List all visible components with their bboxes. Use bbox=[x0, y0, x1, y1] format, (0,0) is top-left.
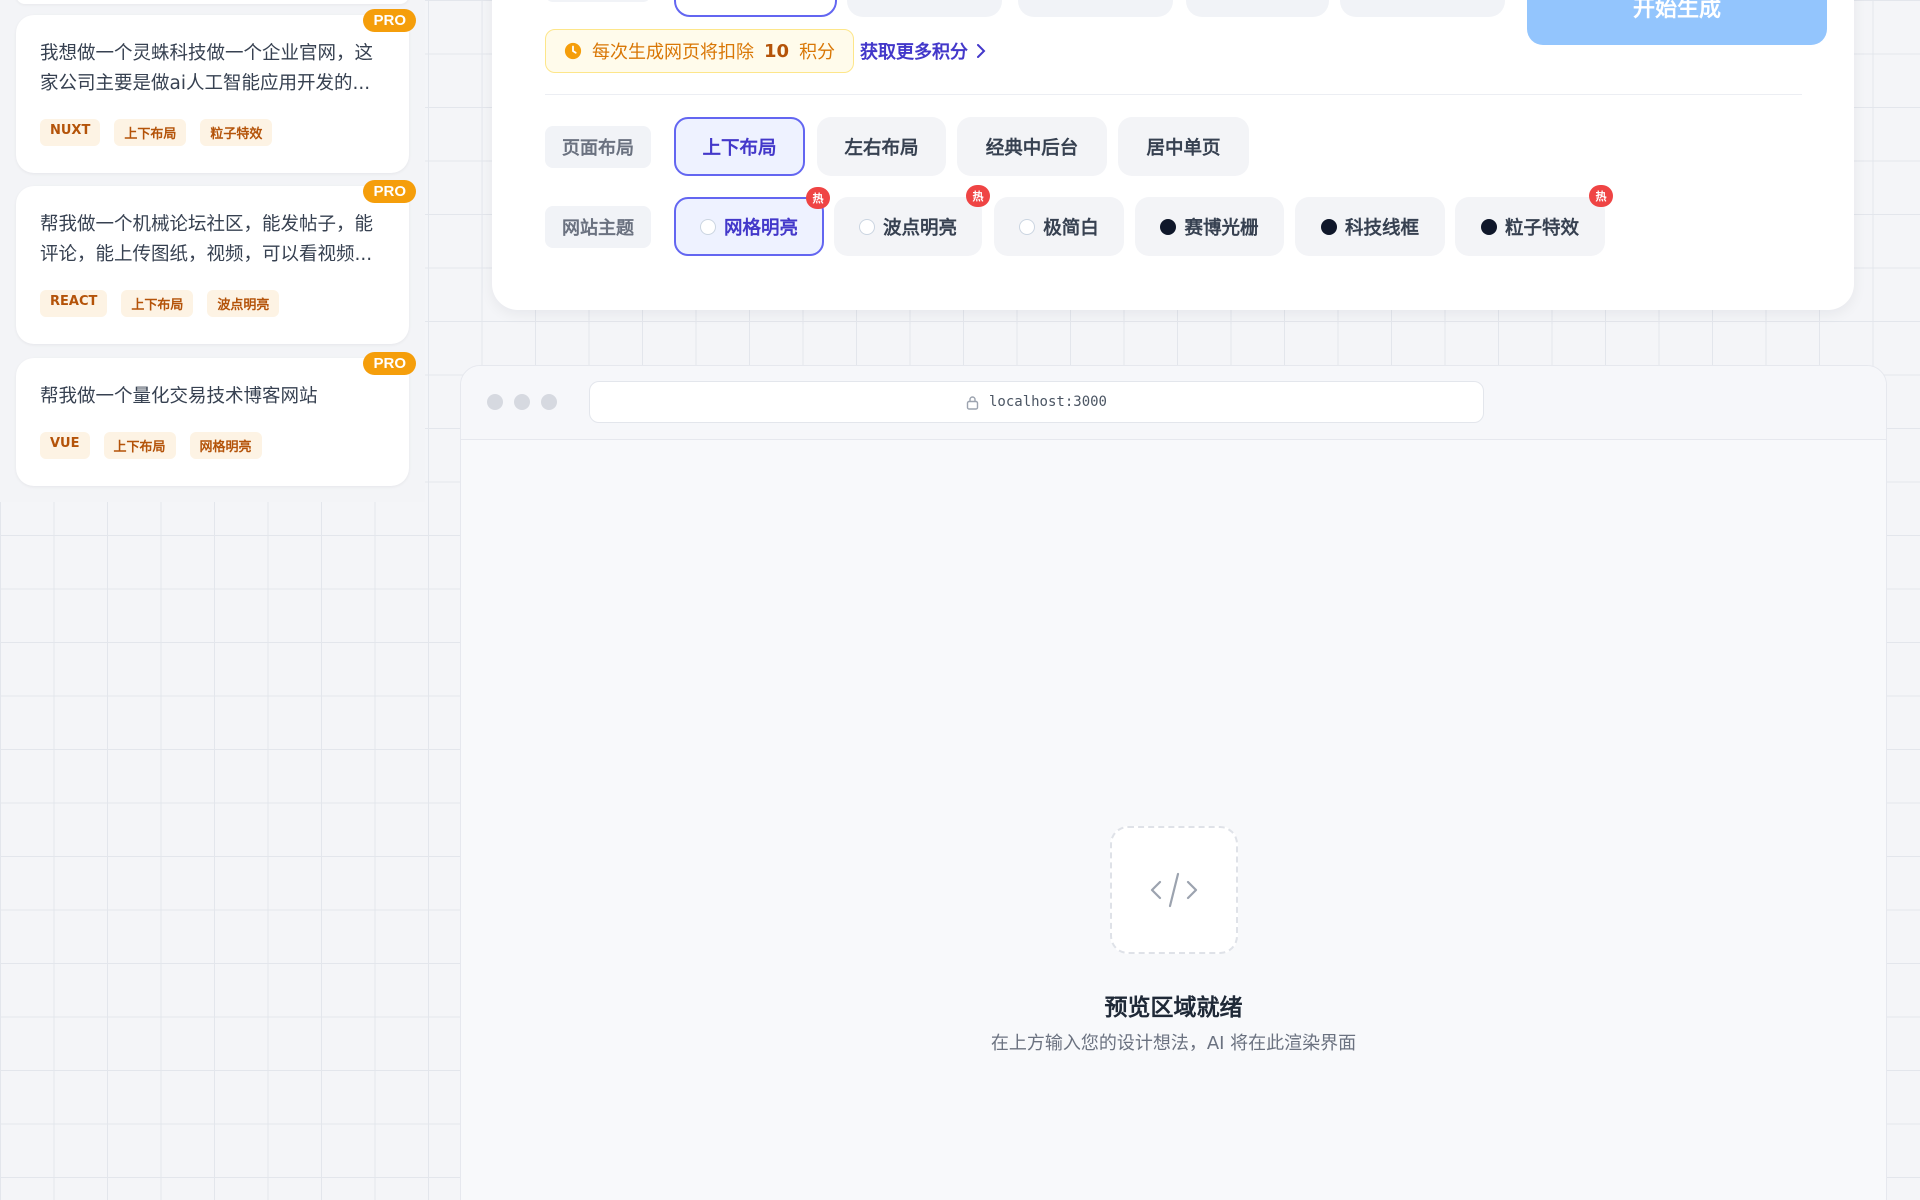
case-card-partial[interactable] bbox=[16, 0, 409, 4]
case-tag: 上下布局 bbox=[114, 119, 187, 146]
case-tag: VUE bbox=[40, 432, 90, 459]
layout-option-centered[interactable]: 居中单页 bbox=[1118, 117, 1249, 176]
case-tag: 粒子特效 bbox=[200, 119, 273, 146]
more-points-link[interactable]: 获取更多积分 bbox=[860, 38, 986, 64]
model-option-selected[interactable] bbox=[674, 0, 837, 17]
case-tag: 上下布局 bbox=[121, 290, 194, 317]
case-tag: 网格明亮 bbox=[189, 432, 262, 459]
theme-option-grid-bright[interactable]: 网格明亮 热 bbox=[674, 187, 830, 256]
case-description: 帮我做一个机械论坛社区，能发帖子，能评论，能上传图纸，视频，可以看视频... bbox=[40, 214, 374, 265]
clock-icon bbox=[564, 42, 582, 60]
model-option[interactable] bbox=[1340, 0, 1505, 17]
pro-badge: PRO bbox=[363, 352, 416, 375]
lock-icon bbox=[966, 395, 979, 410]
more-points-label: 获取更多积分 bbox=[860, 42, 968, 63]
theme-option-label: 粒子特效 bbox=[1504, 217, 1579, 239]
url-bar[interactable]: localhost:3000 bbox=[589, 381, 1484, 423]
pro-badge: PRO bbox=[363, 180, 416, 203]
theme-option-minimal-white[interactable]: 极简白 bbox=[994, 197, 1124, 256]
preview-ready-title: 预览区域就绪 bbox=[1104, 995, 1243, 1021]
layout-option-label: 左右布局 bbox=[844, 137, 919, 159]
theme-option-tech-wireframe[interactable]: 科技线框 bbox=[1295, 197, 1445, 256]
cost-unit: 积分 bbox=[799, 42, 836, 63]
case-sidebar: PRO 我想做一个灵蛛科技做一个企业官网，这家公司主要是做ai人工智能应用开发的… bbox=[0, 0, 425, 502]
start-generate-button[interactable]: 开始生成 bbox=[1527, 0, 1827, 45]
theme-option-cyber-grating[interactable]: 赛博光栅 bbox=[1135, 197, 1284, 256]
radio-icon bbox=[1480, 218, 1497, 235]
radio-icon bbox=[699, 218, 716, 235]
theme-label: 网站主题 bbox=[545, 206, 651, 248]
model-option[interactable] bbox=[1186, 0, 1329, 17]
code-icon bbox=[1150, 872, 1198, 908]
model-label bbox=[545, 0, 651, 2]
url-text: localhost:3000 bbox=[988, 394, 1107, 410]
layout-label: 页面布局 bbox=[545, 126, 651, 168]
window-dot bbox=[541, 394, 557, 410]
case-tag: 上下布局 bbox=[103, 432, 176, 459]
case-description: 帮我做一个量化交易技术博客网站 bbox=[40, 386, 318, 407]
case-card[interactable]: PRO 帮我做一个机械论坛社区，能发帖子，能评论，能上传图纸，视频，可以看视频.… bbox=[16, 180, 416, 344]
chevron-right-icon bbox=[977, 44, 986, 58]
theme-option-label: 赛博光栅 bbox=[1184, 217, 1259, 239]
preview-window: localhost:3000 预览区域就绪 在上方输入您的设计想法，AI 将在此… bbox=[460, 365, 1887, 1200]
radio-icon bbox=[1019, 218, 1036, 235]
cost-notice: 每次生成网页将扣除 10 积分 bbox=[545, 29, 855, 73]
layout-option-label: 经典中后台 bbox=[985, 137, 1079, 159]
window-dot bbox=[487, 394, 503, 410]
divider bbox=[545, 94, 1802, 95]
layout-option-label: 居中单页 bbox=[1146, 137, 1221, 159]
generation-config-panel: 开始生成 每次生成网页将扣除 10 积分 获取更多积分 页面布局 上下布局 左右… bbox=[492, 0, 1854, 310]
case-tag: NUXT bbox=[40, 119, 101, 146]
pro-badge: PRO bbox=[363, 9, 416, 32]
case-tag: 波点明亮 bbox=[207, 290, 280, 317]
model-option[interactable] bbox=[847, 0, 1002, 17]
case-card[interactable]: PRO 我想做一个灵蛛科技做一个企业官网，这家公司主要是做ai人工智能应用开发的… bbox=[16, 9, 416, 173]
cost-notice-prefix: 每次生成网页将扣除 bbox=[592, 42, 754, 63]
window-dot bbox=[514, 394, 530, 410]
layout-option-left-right[interactable]: 左右布局 bbox=[817, 117, 946, 176]
theme-option-dots-bright[interactable]: 波点明亮 热 bbox=[834, 185, 990, 256]
cost-amount: 10 bbox=[764, 40, 790, 62]
theme-option-particles[interactable]: 粒子特效 热 bbox=[1455, 185, 1613, 256]
layout-option-top-bottom[interactable]: 上下布局 bbox=[674, 117, 805, 176]
hot-badge: 热 bbox=[1589, 185, 1613, 207]
hot-badge: 热 bbox=[806, 187, 830, 209]
case-description: 我想做一个灵蛛科技做一个企业官网，这家公司主要是做ai人工智能应用开发的... bbox=[40, 43, 374, 94]
preview-toolbar: localhost:3000 bbox=[461, 366, 1886, 440]
hot-badge: 热 bbox=[966, 185, 990, 207]
case-tag: REACT bbox=[40, 290, 108, 317]
case-card[interactable]: PRO 帮我做一个量化交易技术博客网站 VUE 上下布局 网格明亮 bbox=[16, 352, 416, 486]
code-icon-box bbox=[1110, 826, 1238, 954]
radio-icon bbox=[1320, 218, 1337, 235]
preview-ready-subtitle: 在上方输入您的设计想法，AI 将在此渲染界面 bbox=[990, 1033, 1357, 1054]
layout-option-label: 上下布局 bbox=[702, 137, 777, 159]
theme-option-label: 极简白 bbox=[1043, 217, 1099, 239]
radio-icon bbox=[1160, 218, 1177, 235]
theme-option-label: 科技线框 bbox=[1344, 217, 1419, 239]
theme-option-label: 波点明亮 bbox=[882, 217, 957, 239]
theme-option-label: 网格明亮 bbox=[723, 217, 798, 239]
layout-option-admin[interactable]: 经典中后台 bbox=[957, 117, 1107, 176]
model-option[interactable] bbox=[1018, 0, 1173, 17]
radio-icon bbox=[858, 218, 875, 235]
